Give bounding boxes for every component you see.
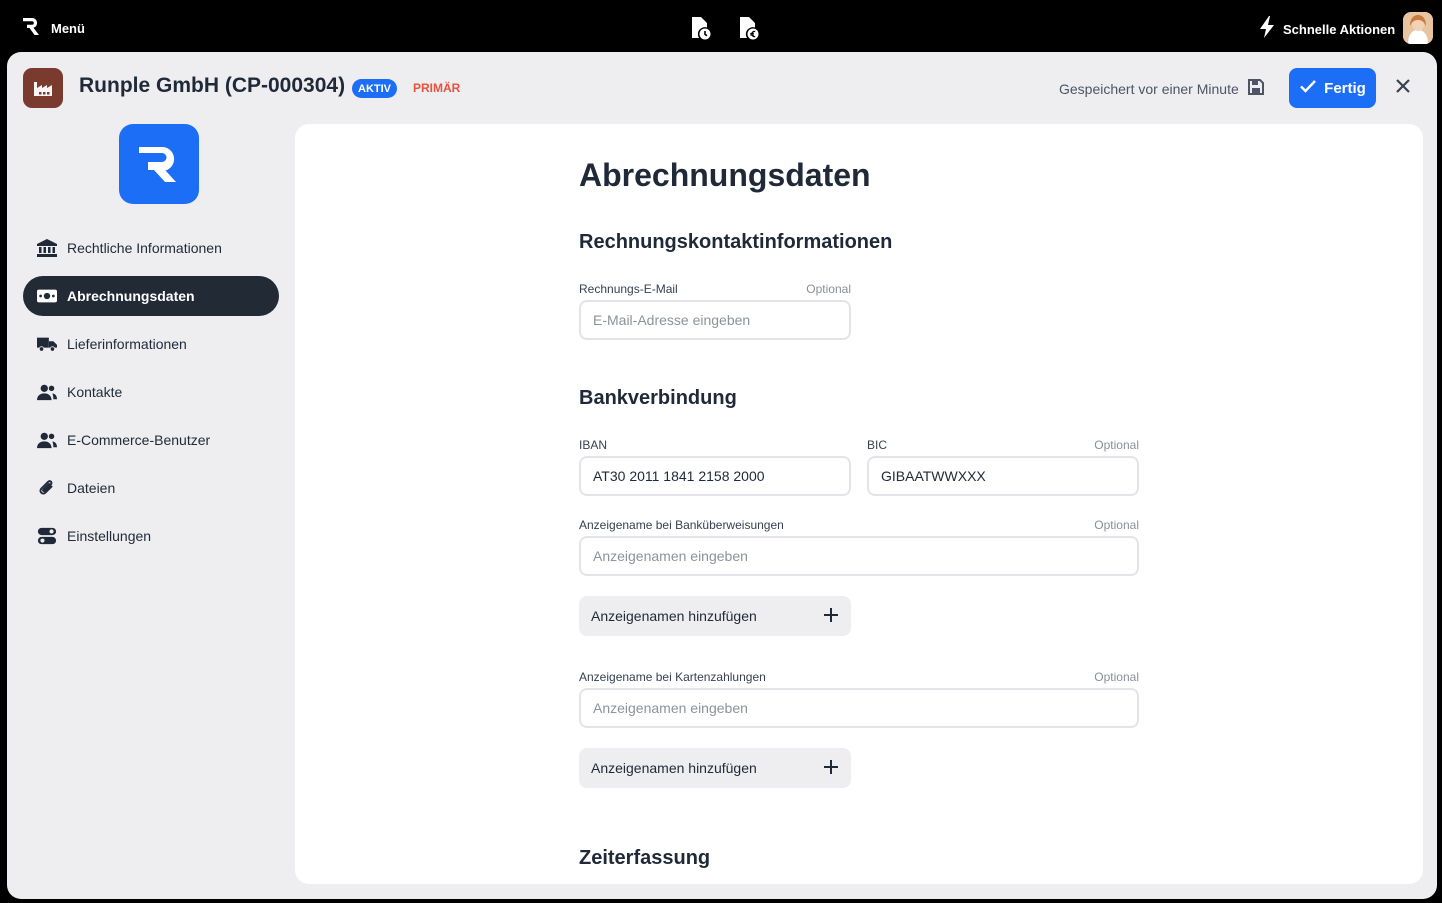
sidebar-item-files[interactable]: Dateien	[23, 468, 279, 508]
sidebar-item-ecommerce-users[interactable]: E-Commerce-Benutzer	[23, 420, 279, 460]
menu-label: Menü	[51, 21, 85, 36]
billing-email-field[interactable]	[579, 300, 851, 340]
avatar[interactable]	[1403, 12, 1433, 44]
save-status-label: Gespeichert vor einer Minute	[1059, 80, 1239, 97]
add-button-label: Anzeigenamen hinzufügen	[591, 608, 757, 624]
transfer-display-name-field[interactable]	[579, 536, 1139, 576]
close-button[interactable]	[1391, 76, 1415, 100]
transfer-display-name-label: Anzeigename bei Banküberweisungen	[579, 518, 784, 532]
optional-hint: Optional	[806, 282, 851, 296]
plus-icon	[823, 759, 839, 778]
quick-actions-label: Schnelle Aktionen	[1283, 22, 1396, 37]
sidebar-item-legal[interactable]: Rechtliche Informationen	[23, 228, 279, 268]
sidebar-item-contacts[interactable]: Kontakte	[23, 372, 279, 412]
billing-contact-heading: Rechnungskontaktinformationen	[579, 231, 893, 253]
sidebar-item-label: E-Commerce-Benutzer	[67, 432, 211, 448]
bic-label: BIC	[867, 438, 888, 452]
billing-email-label: Rechnungs-E-Mail	[579, 282, 678, 296]
lightning-icon	[1257, 15, 1277, 44]
bank-heading: Bankverbindung	[579, 387, 737, 409]
sidebar-item-settings[interactable]: Einstellungen	[23, 516, 279, 556]
card-display-name-field[interactable]	[579, 688, 1139, 728]
add-button-label: Anzeigenamen hinzufügen	[591, 760, 757, 776]
main-panel: Runple GmbH (CP-000304) AKTIV PRIMÄR Ges…	[7, 52, 1437, 899]
page-title: Runple GmbH (CP-000304)	[79, 74, 346, 97]
factory-icon	[23, 68, 63, 108]
bic-field[interactable]	[867, 456, 1139, 496]
users-icon	[37, 382, 57, 402]
sidebar-item-label: Dateien	[67, 480, 116, 496]
optional-hint: Optional	[1094, 518, 1139, 532]
add-transfer-display-name-button[interactable]: Anzeigenamen hinzufügen	[579, 596, 851, 636]
section-page-title: Abrechnungsdaten	[579, 157, 871, 193]
runple-logo-icon	[20, 15, 42, 42]
add-card-display-name-button[interactable]: Anzeigenamen hinzufügen	[579, 748, 851, 788]
top-bar: Menü Schnelle Aktionen	[0, 0, 1442, 56]
menu-button[interactable]: Menü	[20, 15, 85, 42]
card-display-name-label: Anzeigename bei Kartenzahlungen	[579, 670, 766, 684]
sidebar-item-label: Einstellungen	[67, 528, 152, 544]
plus-icon	[823, 607, 839, 626]
file-clock-icon[interactable]	[688, 14, 712, 42]
status-badge-primary: PRIMÄR	[413, 81, 461, 95]
sidebar-item-label: Lieferinformationen	[67, 336, 187, 352]
checkmark-icon	[1299, 77, 1317, 99]
toggles-icon	[37, 526, 57, 546]
runple-app-logo	[119, 124, 199, 204]
paperclip-icon	[37, 478, 57, 498]
status-badge-active: AKTIV	[352, 79, 397, 98]
file-euro-icon[interactable]	[736, 14, 760, 42]
floppy-disk-icon	[1247, 78, 1265, 99]
quick-actions-button[interactable]: Schnelle Aktionen	[1257, 15, 1395, 44]
content-card: Abrechnungsdaten Rechnungskontaktinforma…	[295, 124, 1423, 884]
done-button[interactable]: Fertig	[1289, 68, 1376, 108]
optional-hint: Optional	[1094, 438, 1139, 452]
sidebar-item-billing[interactable]: Abrechnungsdaten	[23, 276, 279, 316]
time-tracking-heading: Zeiterfassung	[579, 847, 711, 869]
sidebar-item-label: Abrechnungsdaten	[67, 288, 195, 304]
truck-icon	[37, 334, 57, 354]
save-status: Gespeichert vor einer Minute	[1059, 78, 1265, 99]
optional-hint: Optional	[1094, 670, 1139, 684]
bank-icon	[37, 238, 57, 258]
done-button-label: Fertig	[1324, 79, 1366, 97]
sidebar-nav: Rechtliche Informationen Abrechnungsdate…	[23, 228, 279, 564]
sidebar-item-label: Rechtliche Informationen	[67, 240, 222, 256]
close-icon	[1395, 78, 1411, 99]
center-toolbar	[688, 14, 760, 42]
iban-label: IBAN	[579, 438, 608, 452]
users-icon	[37, 430, 57, 450]
iban-field[interactable]	[579, 456, 851, 496]
sidebar-item-delivery[interactable]: Lieferinformationen	[23, 324, 279, 364]
sidebar-item-label: Kontakte	[67, 384, 123, 400]
money-icon	[37, 286, 57, 306]
